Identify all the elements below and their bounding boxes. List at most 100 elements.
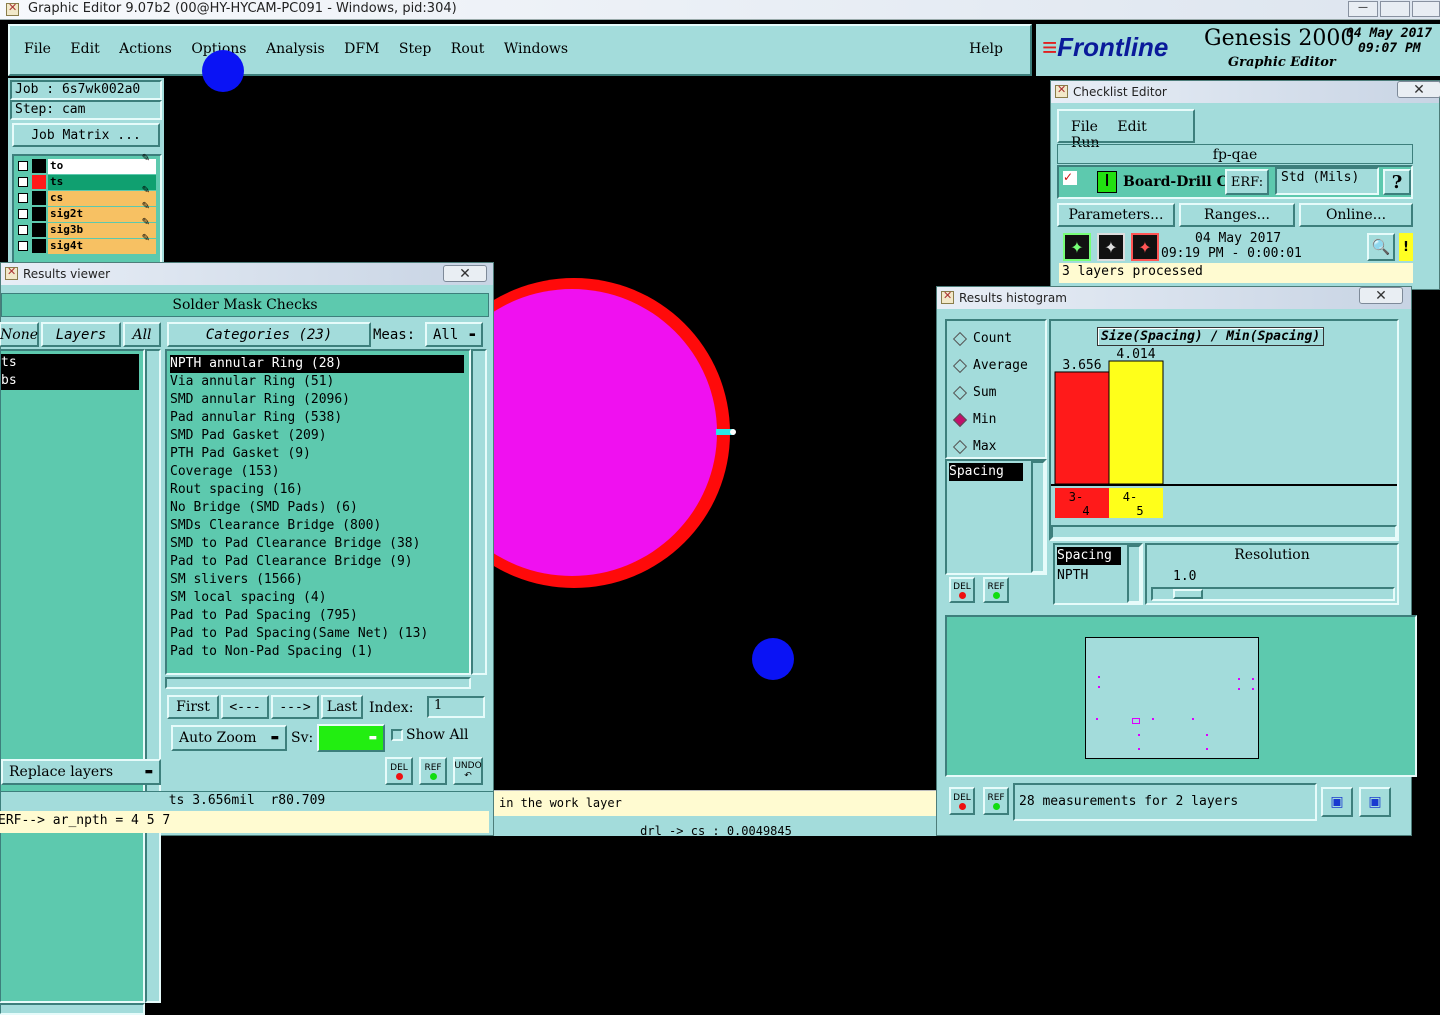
- result-layer-bs[interactable]: bs: [1, 372, 139, 390]
- category-list-hscrollbar[interactable]: [165, 677, 471, 689]
- layer-row[interactable]: sig2t ✎: [18, 201, 156, 222]
- category-item[interactable]: Pad to Pad Spacing(Same Net) (13): [170, 625, 469, 643]
- layer-checkbox[interactable]: [18, 225, 28, 235]
- parameters-button[interactable]: Parameters...: [1057, 203, 1175, 227]
- checklist-menu-file[interactable]: File: [1071, 119, 1098, 135]
- menu-windows[interactable]: Windows: [504, 41, 568, 57]
- radio-icon[interactable]: [952, 385, 968, 400]
- radio-icon[interactable]: [952, 331, 968, 346]
- histogram-close[interactable]: ✕: [1359, 287, 1403, 304]
- histogram-ref-button[interactable]: REF: [983, 577, 1009, 603]
- measure-list-scrollbar[interactable]: [1031, 461, 1045, 573]
- category-item[interactable]: SMDs Clearance Bridge (800): [170, 517, 469, 535]
- first-button[interactable]: First: [167, 695, 219, 719]
- category-item[interactable]: No Bridge (SMD Pads) (6): [170, 499, 469, 517]
- menu-rout[interactable]: Rout: [451, 41, 485, 57]
- categories-button[interactable]: Categories (23): [167, 322, 371, 347]
- minimize-button[interactable]: —: [1348, 1, 1378, 17]
- index-input[interactable]: 1: [427, 696, 485, 718]
- layer-row[interactable]: sig3b ✎: [18, 217, 156, 238]
- last-button[interactable]: Last: [321, 695, 363, 719]
- radio-icon[interactable]: [952, 439, 968, 454]
- histogram-chart[interactable]: 3.656 3- 4 4.014 4- 5 Size(Spacing) / Min(Spa…: [1049, 319, 1399, 541]
- checklist-menu-edit[interactable]: Edit: [1117, 119, 1146, 135]
- checklist-action-row[interactable]: ✓ ❙ Board-Drill Che ERF: Std (Mils) ?: [1057, 165, 1413, 199]
- ref-button[interactable]: REF: [419, 757, 447, 785]
- category-item[interactable]: Pad to Non-Pad Spacing (1): [170, 643, 469, 661]
- category-item[interactable]: SM slivers (1566): [170, 571, 469, 589]
- resolution-slider-thumb[interactable]: [1173, 589, 1203, 599]
- layer-row[interactable]: to ✎: [18, 153, 156, 174]
- mode-radio-average[interactable]: Average: [952, 352, 1045, 379]
- measure-list[interactable]: Spacing: [945, 459, 1047, 575]
- radio-icon[interactable]: [952, 412, 968, 427]
- category-item[interactable]: SM local spacing (4): [170, 589, 469, 607]
- undo-button[interactable]: UNDO ↶: [453, 757, 483, 785]
- layer-name[interactable]: ts: [48, 174, 156, 190]
- histogram-del-button[interactable]: DEL: [949, 577, 975, 603]
- result-layer-list[interactable]: ts bs: [0, 349, 145, 1003]
- restore-button[interactable]: [1380, 1, 1410, 17]
- layer-list-hscrollbar[interactable]: [0, 1003, 145, 1015]
- result-type-list[interactable]: Spacing NPTH: [1053, 543, 1143, 605]
- none-button[interactable]: None: [0, 322, 39, 347]
- erf-button[interactable]: ERF:: [1225, 169, 1269, 195]
- result-type-spacing[interactable]: Spacing: [1057, 547, 1121, 565]
- layer-checkbox[interactable]: [18, 177, 28, 187]
- layer-color-swatch[interactable]: [32, 223, 46, 237]
- layer-color-swatch[interactable]: [32, 159, 46, 173]
- next-button[interactable]: --->: [271, 695, 319, 719]
- layer-checkbox[interactable]: [18, 161, 28, 171]
- erf-value-field[interactable]: Std (Mils): [1275, 167, 1379, 195]
- mode-radio-sum[interactable]: Sum: [952, 379, 1045, 406]
- layer-color-swatch[interactable]: [32, 191, 46, 205]
- category-item[interactable]: NPTH annular Ring (28): [170, 355, 464, 373]
- radio-icon[interactable]: [952, 358, 968, 373]
- category-item[interactable]: Rout spacing (16): [170, 481, 469, 499]
- category-item[interactable]: Via annular Ring (51): [170, 373, 469, 391]
- zoom-results-icon[interactable]: 🔍: [1367, 233, 1395, 261]
- layer-row[interactable]: ts: [18, 174, 156, 190]
- layer-list-scrollbar[interactable]: [145, 349, 161, 1003]
- meas-dropdown[interactable]: All ▬: [425, 322, 483, 347]
- menu-step[interactable]: Step: [399, 41, 431, 57]
- checklist-close[interactable]: ✕: [1397, 81, 1440, 98]
- menu-analysis[interactable]: Analysis: [266, 41, 325, 57]
- measure-item-spacing[interactable]: Spacing: [949, 463, 1023, 481]
- del-button[interactable]: DEL: [385, 757, 413, 785]
- layer-color-swatch[interactable]: [32, 207, 46, 221]
- menu-actions[interactable]: Actions: [119, 41, 172, 57]
- histogram-bar[interactable]: [1108, 360, 1164, 485]
- online-button[interactable]: Online...: [1299, 203, 1413, 227]
- category-item[interactable]: SMD Pad Gasket (209): [170, 427, 469, 445]
- results-viewer-close[interactable]: ✕: [443, 265, 487, 282]
- result-layer-ts[interactable]: ts: [1, 354, 139, 372]
- layer-checkbox[interactable]: [18, 209, 28, 219]
- help-button[interactable]: ?: [1383, 169, 1411, 195]
- mode-radio-max[interactable]: Max: [952, 433, 1045, 460]
- result-type-scrollbar[interactable]: [1127, 545, 1141, 603]
- stop-icon[interactable]: ✦: [1131, 233, 1159, 261]
- mode-radio-min[interactable]: Min: [952, 406, 1045, 433]
- export-icon[interactable]: ▣: [1321, 787, 1353, 817]
- report-icon[interactable]: ▣: [1359, 787, 1391, 817]
- run-selected-icon[interactable]: ✦: [1097, 233, 1125, 261]
- menu-dfm[interactable]: DFM: [344, 41, 379, 57]
- category-item[interactable]: Pad to Pad Spacing (795): [170, 607, 469, 625]
- run-icon[interactable]: ✦: [1063, 233, 1091, 261]
- category-item[interactable]: SMD annular Ring (2096): [170, 391, 469, 409]
- category-item[interactable]: Coverage (153): [170, 463, 469, 481]
- layers-button[interactable]: Layers: [41, 322, 121, 347]
- action-checkbox[interactable]: ✓: [1063, 171, 1077, 185]
- replace-layers-dropdown[interactable]: Replace layers ▬: [1, 759, 161, 785]
- menu-edit[interactable]: Edit: [70, 41, 99, 57]
- layer-checkbox[interactable]: [18, 241, 28, 251]
- prev-button[interactable]: <---: [221, 695, 269, 719]
- close-button[interactable]: [1412, 1, 1440, 17]
- histogram-bar[interactable]: [1054, 371, 1110, 485]
- thumb-del-button[interactable]: DEL: [949, 787, 975, 815]
- job-matrix-button[interactable]: Job Matrix ...: [12, 123, 160, 147]
- menu-file[interactable]: File: [24, 41, 51, 57]
- zoom-dropdown[interactable]: Auto Zoom ▬: [171, 725, 287, 751]
- layer-row[interactable]: cs ✎: [18, 185, 156, 206]
